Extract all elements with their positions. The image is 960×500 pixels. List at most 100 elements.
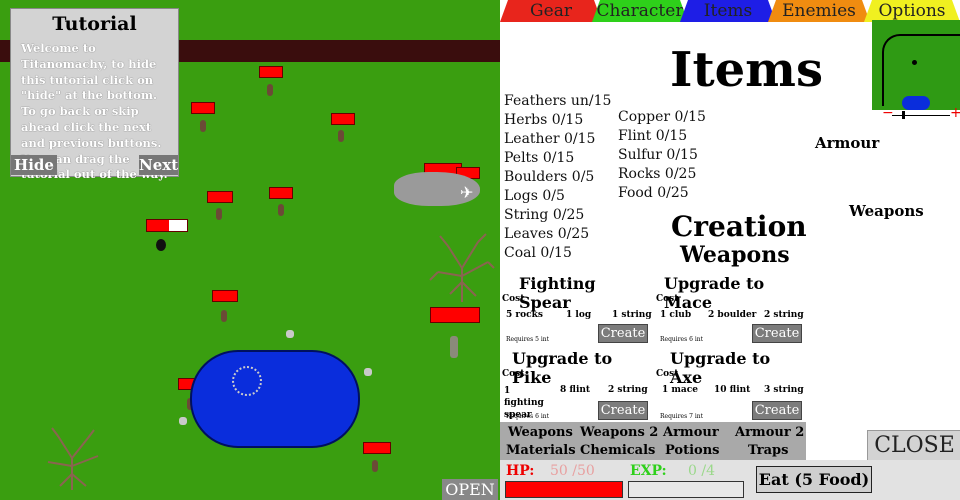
exp-current: 0: [688, 463, 697, 479]
tab-options[interactable]: Options: [864, 0, 960, 22]
resource-flint: Flint 0/15: [618, 128, 688, 144]
rock[interactable]: [364, 368, 372, 376]
recipe-fighting-spear: Fighting Spear Cost 5 rocks 1 log 1 stri…: [502, 272, 652, 346]
eat-button[interactable]: Eat (5 Food): [756, 466, 872, 493]
cost-item: 1 mace: [662, 385, 698, 395]
creature[interactable]: [200, 120, 206, 132]
minimap-player: [912, 60, 917, 65]
requirement-text: Requires 7 int: [660, 413, 704, 420]
player-health-bar: [146, 219, 188, 232]
exp-readout: 0 /4: [688, 463, 716, 479]
category-traps[interactable]: Traps: [748, 443, 788, 458]
exp-label: EXP:: [630, 463, 667, 479]
cost-label: Cost: [502, 369, 525, 379]
whirlpool: [232, 366, 262, 396]
status-bar: HP: 50 /50 EXP: 0 /4: [500, 460, 960, 500]
cost-item: 2 boulder: [708, 310, 757, 320]
creation-subtitle: Weapons: [680, 242, 790, 268]
hp-current: 50: [550, 463, 568, 479]
category-chemicals[interactable]: Chemicals: [580, 443, 655, 458]
tutorial-panel[interactable]: Tutorial Welcome to Titanomachy, to hide…: [10, 8, 179, 181]
create-button[interactable]: Create: [752, 324, 802, 343]
tutorial-title: Tutorial: [52, 13, 137, 35]
rock[interactable]: [286, 330, 294, 338]
category-weapons[interactable]: Weapons: [508, 425, 573, 440]
zoom-handle[interactable]: [902, 111, 905, 119]
recipe-name: Upgrade to Mace: [664, 274, 765, 312]
enemy-health-bar: [363, 442, 391, 454]
rock[interactable]: [179, 417, 187, 425]
weapons-slot-label: Weapons: [849, 202, 924, 220]
tab-items[interactable]: Items: [680, 0, 776, 22]
cost-item: 5 rocks: [506, 310, 543, 320]
recipe-name: Fighting Spear: [519, 274, 596, 312]
tab-enemies[interactable]: Enemies: [768, 0, 870, 22]
exp-max: 4: [706, 463, 716, 479]
recipe-name: Upgrade to Axe: [670, 349, 771, 387]
resource-rocks: Rocks 0/25: [618, 166, 697, 182]
enemy-health-bar: [430, 307, 480, 323]
create-button[interactable]: Create: [752, 401, 802, 420]
hide-button[interactable]: Hide: [11, 155, 57, 175]
zoom-out-icon[interactable]: −: [882, 105, 894, 121]
dead-tree[interactable]: [428, 232, 496, 304]
creature[interactable]: [267, 84, 273, 96]
category-bar: Weapons Weapons 2 Armour Armour 2 Materi…: [500, 422, 806, 460]
resource-food: Food 0/25: [618, 185, 689, 201]
cost-item: 10 flint: [714, 385, 751, 395]
hp-bar-fill: [506, 482, 622, 497]
creature[interactable]: [278, 204, 284, 216]
enemy-health-bar: [331, 113, 355, 125]
tab-gear[interactable]: Gear: [500, 0, 602, 22]
category-weapons-2[interactable]: Weapons 2: [580, 425, 658, 440]
requirement-text: Requires 6 int: [506, 413, 550, 420]
create-button[interactable]: Create: [598, 324, 648, 343]
category-armour-2[interactable]: Armour 2: [735, 425, 804, 440]
cost-item: 1 string: [612, 310, 652, 320]
zoom-slider[interactable]: − +: [882, 105, 960, 122]
dead-tree[interactable]: [42, 426, 102, 492]
minimap-lake: [902, 96, 930, 110]
tab-character[interactable]: Character: [592, 0, 688, 22]
category-materials[interactable]: Materials: [506, 443, 576, 458]
enemy-health-bar: [269, 187, 293, 199]
items-title: Items: [670, 42, 823, 98]
zoom-track: [892, 115, 950, 116]
creature[interactable]: [216, 208, 222, 220]
resource-pelts: Pelts 0/15: [504, 150, 575, 166]
armour-slot-label: Armour: [815, 134, 880, 152]
resource-feathers: Feathers un/15: [504, 93, 612, 109]
hp-bar: [505, 481, 623, 498]
category-potions[interactable]: Potions: [665, 443, 719, 458]
category-armour[interactable]: Armour: [663, 425, 719, 440]
resource-string: String 0/25: [504, 207, 585, 223]
open-panel-button[interactable]: OPEN: [442, 479, 498, 500]
create-button[interactable]: Create: [598, 401, 648, 420]
resource-sulfur: Sulfur 0/15: [618, 147, 698, 163]
resource-boulders: Boulders 0/5: [504, 169, 595, 185]
minimap[interactable]: [872, 20, 960, 110]
enemy-health-bar: [207, 191, 233, 203]
creature[interactable]: [221, 310, 227, 322]
recipe-upgrade-axe: Upgrade to Axe Cost 1 mace 10 flint 3 st…: [654, 349, 804, 423]
recipe-upgrade-mace: Upgrade to Mace Cost 1 club 2 boulder 2 …: [654, 272, 804, 346]
resource-logs: Logs 0/5: [504, 188, 565, 204]
resource-list-right: Copper 0/15 Flint 0/15 Sulfur 0/15 Rocks…: [618, 108, 718, 203]
resource-herbs: Herbs 0/15: [504, 112, 584, 128]
creature[interactable]: [450, 336, 458, 358]
next-button[interactable]: Next: [139, 155, 178, 175]
close-button[interactable]: CLOSE: [867, 430, 960, 462]
cost-item: 3 string: [764, 385, 804, 395]
hp-max: 50: [577, 463, 595, 479]
cost-label: Cost: [502, 294, 525, 304]
cost-item: 2 string: [764, 310, 804, 320]
recipe-name: Upgrade to Pike: [512, 349, 613, 387]
creature[interactable]: [372, 460, 378, 472]
zoom-in-icon[interactable]: +: [950, 105, 960, 121]
player[interactable]: [156, 239, 166, 251]
resource-leaves: Leaves 0/25: [504, 226, 590, 242]
cost-item: 1 log: [566, 310, 592, 320]
creature[interactable]: [338, 130, 344, 142]
tusk-icon: ✈: [460, 183, 474, 202]
resource-coal: Coal 0/15: [504, 245, 572, 261]
